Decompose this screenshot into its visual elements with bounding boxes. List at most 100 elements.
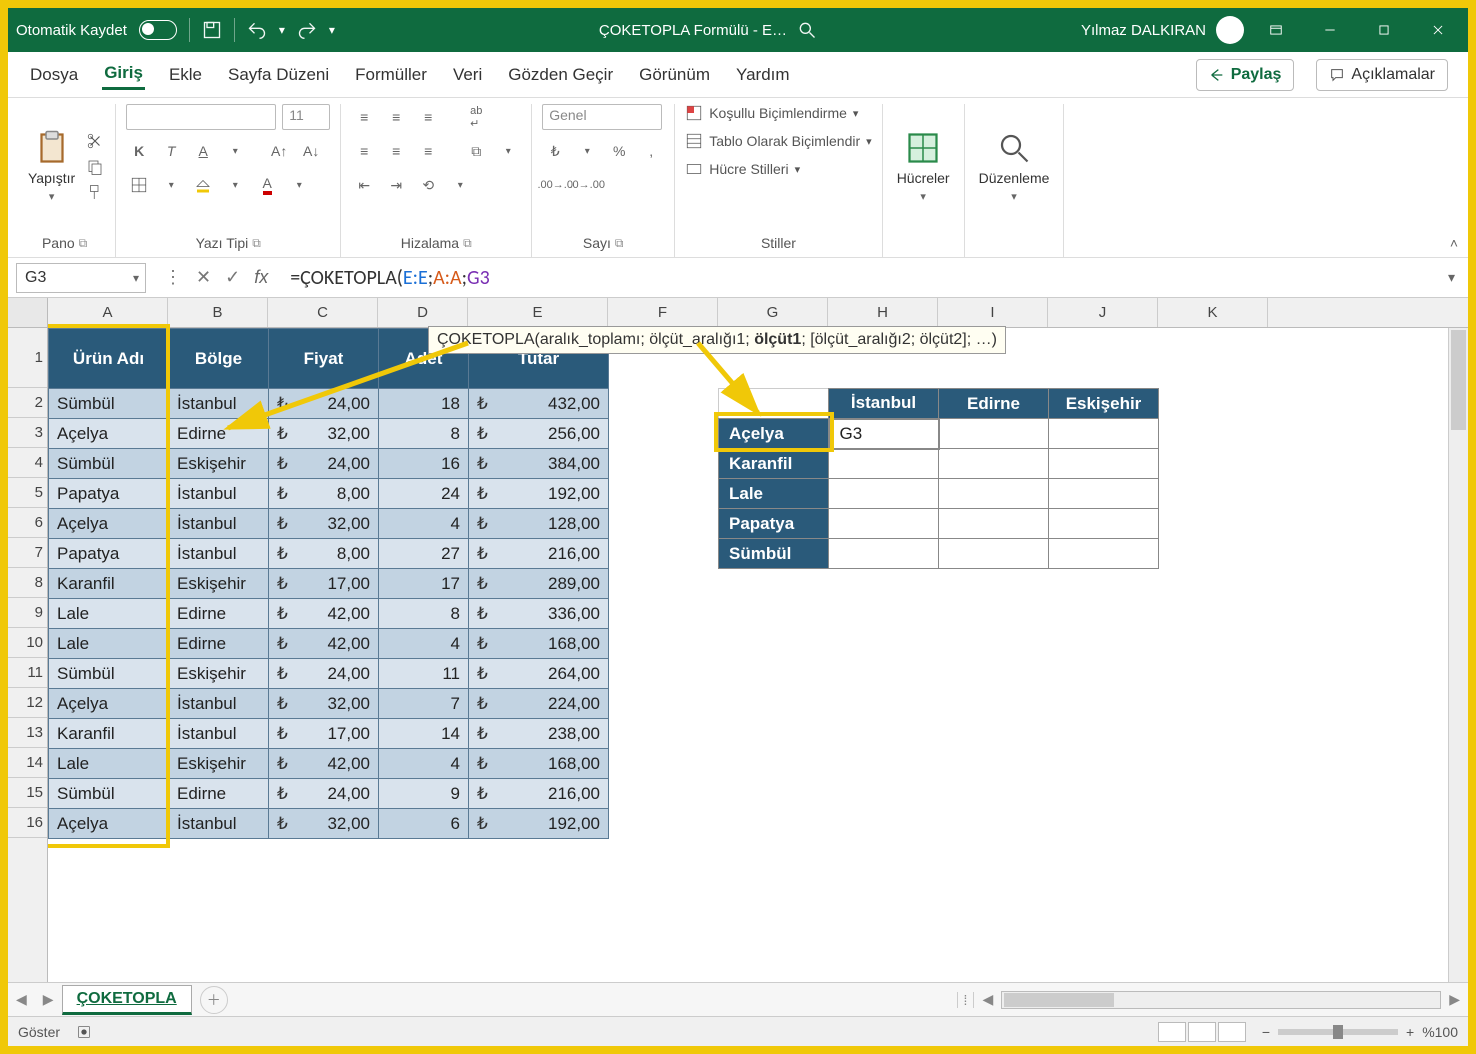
cell[interactable]: Eskişehir [169, 749, 269, 779]
cell[interactable]: 238,00 [469, 719, 609, 749]
cell[interactable]: Eskişehir [169, 569, 269, 599]
avatar[interactable] [1216, 16, 1244, 44]
zoom-slider[interactable] [1278, 1029, 1398, 1035]
col-header[interactable]: H [828, 298, 938, 327]
fill-dropdown-icon[interactable]: ▾ [222, 172, 248, 198]
table-header[interactable]: Ürün Adı [49, 329, 169, 389]
align-center-icon[interactable]: ≡ [383, 138, 409, 164]
table-row[interactable]: LaleEskişehir42,004168,00 [49, 749, 609, 779]
cell[interactable] [939, 479, 1049, 509]
cell[interactable]: Sümbül [49, 389, 169, 419]
cell[interactable]: İstanbul [169, 719, 269, 749]
cell[interactable] [829, 509, 939, 539]
font-size-combo[interactable]: 11 [282, 104, 330, 130]
cell[interactable] [1049, 419, 1159, 449]
row-header[interactable]: 15 [8, 778, 47, 808]
row-header-cell[interactable]: Karanfil [719, 449, 829, 479]
orientation-dropdown-icon[interactable]: ▾ [447, 172, 473, 198]
cell[interactable]: 9 [379, 779, 469, 809]
hscroll-right-icon[interactable]: ▶ [1441, 991, 1468, 1008]
row-header[interactable]: 12 [8, 688, 47, 718]
cell[interactable]: 4 [379, 629, 469, 659]
row-header[interactable]: 7 [8, 538, 47, 568]
orientation-icon[interactable]: ⟲ [415, 172, 441, 198]
cell[interactable]: Açelya [49, 509, 169, 539]
cell[interactable]: 168,00 [469, 749, 609, 779]
format-painter-icon[interactable] [85, 183, 105, 203]
scrollbar-thumb[interactable] [1451, 330, 1466, 430]
cell[interactable]: 8 [379, 419, 469, 449]
cell[interactable]: Papatya [49, 539, 169, 569]
row-header[interactable]: 9 [8, 598, 47, 628]
row-header[interactable]: 6 [8, 508, 47, 538]
table-row[interactable]: LaleEdirne42,008336,00 [49, 599, 609, 629]
row-header-cell[interactable]: Açelya [719, 419, 829, 449]
row-header[interactable]: 10 [8, 628, 47, 658]
cells-button[interactable]: Hücreler ▾ [893, 126, 954, 207]
row-header[interactable]: 8 [8, 568, 47, 598]
number-dialog-icon[interactable]: ⧉ [615, 236, 624, 251]
cell[interactable]: 17,00 [269, 719, 379, 749]
cell[interactable] [939, 509, 1049, 539]
copy-icon[interactable] [85, 157, 105, 177]
vertical-scrollbar[interactable] [1448, 328, 1468, 982]
row-header[interactable]: 4 [8, 448, 47, 478]
cell[interactable]: 42,00 [269, 629, 379, 659]
align-bottom-icon[interactable]: ≡ [415, 104, 441, 130]
selection-dropdown-icon[interactable]: ⋮ [164, 267, 182, 288]
editing-button[interactable]: Düzenleme ▾ [975, 126, 1054, 207]
row-header[interactable]: 14 [8, 748, 47, 778]
table-row[interactable]: Karanfil [719, 449, 1159, 479]
cell[interactable]: 216,00 [469, 539, 609, 569]
name-box[interactable]: G3 [16, 263, 146, 293]
table-row[interactable]: SümbülEskişehir24,0016384,00 [49, 449, 609, 479]
cell[interactable]: Karanfil [49, 569, 169, 599]
table-row[interactable]: AçelyaEdirne32,008256,00 [49, 419, 609, 449]
cell[interactable]: 6 [379, 809, 469, 839]
align-right-icon[interactable]: ≡ [415, 138, 441, 164]
tab-dosya[interactable]: Dosya [28, 61, 80, 89]
tab-yardim[interactable]: Yardım [734, 61, 792, 89]
scrollbar-thumb[interactable] [1004, 993, 1114, 1007]
cell[interactable]: 8,00 [269, 539, 379, 569]
row-header[interactable]: 3 [8, 418, 47, 448]
table-header[interactable]: Bölge [169, 329, 269, 389]
cell[interactable]: 32,00 [269, 809, 379, 839]
table-header[interactable]: Fiyat [269, 329, 379, 389]
clipboard-dialog-icon[interactable]: ⧉ [79, 236, 88, 251]
table-row[interactable]: Karanfilİstanbul17,0014238,00 [49, 719, 609, 749]
align-top-icon[interactable]: ≡ [351, 104, 377, 130]
comments-button[interactable]: Açıklamalar [1316, 59, 1448, 91]
decrease-indent-icon[interactable]: ⇤ [351, 172, 377, 198]
zoom-level[interactable]: %100 [1422, 1024, 1458, 1040]
table-row[interactable]: Lale [719, 479, 1159, 509]
wrap-text-icon[interactable]: ab↵ [463, 104, 489, 130]
decrease-font-icon[interactable]: A↓ [298, 138, 324, 164]
row-header[interactable]: 2 [8, 388, 47, 418]
add-sheet-button[interactable]: ＋ [200, 986, 228, 1014]
cell[interactable]: 17 [379, 569, 469, 599]
cell[interactable] [939, 539, 1049, 569]
table-row[interactable]: SümbülEskişehir24,0011264,00 [49, 659, 609, 689]
cell[interactable]: Açelya [49, 809, 169, 839]
borders-dropdown-icon[interactable]: ▾ [158, 172, 184, 198]
cell[interactable]: 18 [379, 389, 469, 419]
cell[interactable]: 384,00 [469, 449, 609, 479]
select-all-corner[interactable] [8, 298, 47, 328]
col-header[interactable]: C [268, 298, 378, 327]
save-icon[interactable] [202, 20, 222, 40]
table-row[interactable]: KaranfilEskişehir17,0017289,00 [49, 569, 609, 599]
cell[interactable] [1049, 509, 1159, 539]
minimize-button[interactable] [1308, 15, 1352, 45]
cell[interactable]: Açelya [49, 689, 169, 719]
align-left-icon[interactable]: ≡ [351, 138, 377, 164]
col-header[interactable]: E [468, 298, 608, 327]
col-header[interactable]: G [718, 298, 828, 327]
col-header[interactable]: K [1158, 298, 1268, 327]
search-icon[interactable] [797, 20, 817, 40]
cell[interactable]: 192,00 [469, 479, 609, 509]
cell[interactable]: İstanbul [169, 479, 269, 509]
macro-record-icon[interactable] [76, 1024, 92, 1040]
maximize-button[interactable] [1362, 15, 1406, 45]
expand-formula-bar-icon[interactable]: ▾ [1448, 269, 1468, 286]
